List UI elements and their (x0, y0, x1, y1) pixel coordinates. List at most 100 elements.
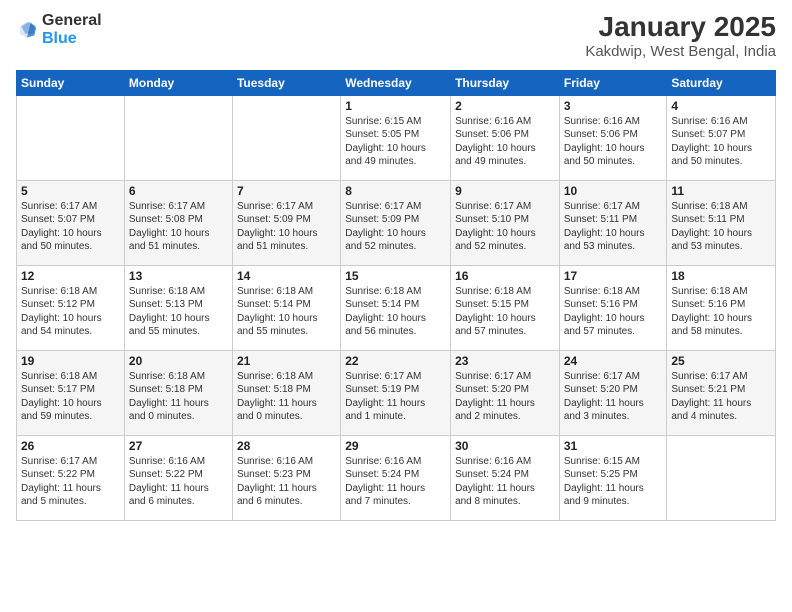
weekday-header-friday: Friday (559, 70, 667, 95)
day-cell: 30 Sunrise: 6:16 AM Sunset: 5:24 PM Dayli… (451, 435, 560, 520)
day-number: 17 (564, 269, 663, 283)
weekday-header-tuesday: Tuesday (232, 70, 340, 95)
day-cell: 21 Sunrise: 6:18 AM Sunset: 5:18 PM Dayli… (232, 350, 340, 435)
day-number: 9 (455, 184, 555, 198)
day-cell: 28Sunrise: 6:16 AM Sunset: 5:23 PM Dayli… (232, 435, 340, 520)
day-cell: 26 Sunrise: 6:17 AM Sunset: 5:22 PM Dayli… (17, 435, 125, 520)
day-number: 24 (564, 354, 663, 368)
day-info: Sunrise: 6:18 AM Sunset: 5:18 PM Dayligh… (237, 370, 336, 424)
day-info: Sunrise: 6:17 AM Sunset: 5:21 PM Dayligh… (671, 370, 771, 424)
day-cell: 31 Sunrise: 6:15 AM Sunset: 5:25 PM Dayli… (559, 435, 667, 520)
logo-icon (16, 19, 38, 41)
day-number: 11 (671, 184, 771, 198)
day-cell: 9 Sunrise: 6:17 AM Sunset: 5:10 PM Daylig… (451, 180, 560, 265)
weekday-header-wednesday: Wednesday (341, 70, 451, 95)
day-number: 22 (345, 354, 446, 368)
weekday-header-row: SundayMondayTuesdayWednesdayThursdayFrid… (17, 70, 776, 95)
main-title: January 2025 (585, 12, 776, 43)
day-cell: 15Sunrise: 6:18 AM Sunset: 5:14 PM Dayli… (341, 265, 451, 350)
day-info: Sunrise: 6:16 AM Sunset: 5:23 PM Dayligh… (237, 455, 336, 509)
day-cell: 12Sunrise: 6:18 AM Sunset: 5:12 PM Dayli… (17, 265, 125, 350)
day-info: Sunrise: 6:17 AM Sunset: 5:09 PM Dayligh… (345, 200, 446, 254)
day-cell: 8 Sunrise: 6:17 AM Sunset: 5:09 PM Daylig… (341, 180, 451, 265)
day-info: Sunrise: 6:17 AM Sunset: 5:22 PM Dayligh… (21, 455, 120, 509)
day-info: Sunrise: 6:16 AM Sunset: 5:24 PM Dayligh… (345, 455, 446, 509)
day-cell: 11Sunrise: 6:18 AM Sunset: 5:11 PM Dayli… (667, 180, 776, 265)
day-number: 12 (21, 269, 120, 283)
sub-title: Kakdwip, West Bengal, India (585, 43, 776, 60)
day-number: 14 (237, 269, 336, 283)
day-info: Sunrise: 6:17 AM Sunset: 5:11 PM Dayligh… (564, 200, 663, 254)
day-number: 2 (455, 99, 555, 113)
day-number: 18 (671, 269, 771, 283)
day-cell: 16 Sunrise: 6:18 AM Sunset: 5:15 PM Dayli… (451, 265, 560, 350)
day-cell: 7Sunrise: 6:17 AM Sunset: 5:09 PM Daylig… (232, 180, 340, 265)
day-number: 10 (564, 184, 663, 198)
day-cell: 5Sunrise: 6:17 AM Sunset: 5:07 PM Daylig… (17, 180, 125, 265)
week-row-2: 5Sunrise: 6:17 AM Sunset: 5:07 PM Daylig… (17, 180, 776, 265)
day-cell: 25 Sunrise: 6:17 AM Sunset: 5:21 PM Dayli… (667, 350, 776, 435)
day-cell: 17 Sunrise: 6:18 AM Sunset: 5:16 PM Dayli… (559, 265, 667, 350)
weekday-header-sunday: Sunday (17, 70, 125, 95)
day-cell: 4Sunrise: 6:16 AM Sunset: 5:07 PM Daylig… (667, 95, 776, 180)
day-cell (124, 95, 232, 180)
day-info: Sunrise: 6:15 AM Sunset: 5:25 PM Dayligh… (564, 455, 663, 509)
day-number: 4 (671, 99, 771, 113)
day-cell (667, 435, 776, 520)
day-number: 31 (564, 439, 663, 453)
day-info: Sunrise: 6:16 AM Sunset: 5:22 PM Dayligh… (129, 455, 228, 509)
day-number: 1 (345, 99, 446, 113)
day-cell: 18 Sunrise: 6:18 AM Sunset: 5:16 PM Dayli… (667, 265, 776, 350)
day-info: Sunrise: 6:17 AM Sunset: 5:20 PM Dayligh… (455, 370, 555, 424)
title-block: January 2025 Kakdwip, West Bengal, India (585, 12, 776, 60)
day-number: 29 (345, 439, 446, 453)
day-cell: 14 Sunrise: 6:18 AM Sunset: 5:14 PM Dayli… (232, 265, 340, 350)
week-row-3: 12Sunrise: 6:18 AM Sunset: 5:12 PM Dayli… (17, 265, 776, 350)
day-number: 26 (21, 439, 120, 453)
day-info: Sunrise: 6:18 AM Sunset: 5:16 PM Dayligh… (671, 285, 771, 339)
day-cell: 6Sunrise: 6:17 AM Sunset: 5:08 PM Daylig… (124, 180, 232, 265)
day-cell (232, 95, 340, 180)
day-cell: 13 Sunrise: 6:18 AM Sunset: 5:13 PM Dayli… (124, 265, 232, 350)
day-cell: 19Sunrise: 6:18 AM Sunset: 5:17 PM Dayli… (17, 350, 125, 435)
day-number: 16 (455, 269, 555, 283)
day-info: Sunrise: 6:18 AM Sunset: 5:16 PM Dayligh… (564, 285, 663, 339)
day-number: 25 (671, 354, 771, 368)
weekday-header-monday: Monday (124, 70, 232, 95)
day-number: 5 (21, 184, 120, 198)
day-number: 30 (455, 439, 555, 453)
day-number: 23 (455, 354, 555, 368)
day-info: Sunrise: 6:18 AM Sunset: 5:18 PM Dayligh… (129, 370, 228, 424)
day-cell: 24 Sunrise: 6:17 AM Sunset: 5:20 PM Dayli… (559, 350, 667, 435)
day-number: 7 (237, 184, 336, 198)
day-number: 8 (345, 184, 446, 198)
day-cell: 10 Sunrise: 6:17 AM Sunset: 5:11 PM Dayli… (559, 180, 667, 265)
day-cell (17, 95, 125, 180)
day-info: Sunrise: 6:17 AM Sunset: 5:10 PM Dayligh… (455, 200, 555, 254)
weekday-header-thursday: Thursday (451, 70, 560, 95)
day-info: Sunrise: 6:17 AM Sunset: 5:08 PM Dayligh… (129, 200, 228, 254)
day-info: Sunrise: 6:18 AM Sunset: 5:14 PM Dayligh… (237, 285, 336, 339)
day-info: Sunrise: 6:18 AM Sunset: 5:13 PM Dayligh… (129, 285, 228, 339)
logo-text-block: General Blue (42, 12, 102, 48)
day-cell: 20 Sunrise: 6:18 AM Sunset: 5:18 PM Dayli… (124, 350, 232, 435)
day-number: 21 (237, 354, 336, 368)
day-info: Sunrise: 6:16 AM Sunset: 5:06 PM Dayligh… (455, 115, 555, 169)
calendar-table: SundayMondayTuesdayWednesdayThursdayFrid… (16, 70, 776, 521)
day-info: Sunrise: 6:18 AM Sunset: 5:17 PM Dayligh… (21, 370, 120, 424)
day-number: 20 (129, 354, 228, 368)
day-number: 27 (129, 439, 228, 453)
day-cell: 29 Sunrise: 6:16 AM Sunset: 5:24 PM Dayli… (341, 435, 451, 520)
day-info: Sunrise: 6:16 AM Sunset: 5:06 PM Dayligh… (564, 115, 663, 169)
day-number: 15 (345, 269, 446, 283)
week-row-1: 1Sunrise: 6:15 AM Sunset: 5:05 PM Daylig… (17, 95, 776, 180)
day-info: Sunrise: 6:18 AM Sunset: 5:15 PM Dayligh… (455, 285, 555, 339)
day-info: Sunrise: 6:17 AM Sunset: 5:20 PM Dayligh… (564, 370, 663, 424)
logo: General Blue (16, 12, 102, 48)
day-info: Sunrise: 6:17 AM Sunset: 5:19 PM Dayligh… (345, 370, 446, 424)
day-info: Sunrise: 6:16 AM Sunset: 5:24 PM Dayligh… (455, 455, 555, 509)
day-number: 13 (129, 269, 228, 283)
day-cell: 2 Sunrise: 6:16 AM Sunset: 5:06 PM Daylig… (451, 95, 560, 180)
week-row-4: 19Sunrise: 6:18 AM Sunset: 5:17 PM Dayli… (17, 350, 776, 435)
day-cell: 22 Sunrise: 6:17 AM Sunset: 5:19 PM Dayli… (341, 350, 451, 435)
